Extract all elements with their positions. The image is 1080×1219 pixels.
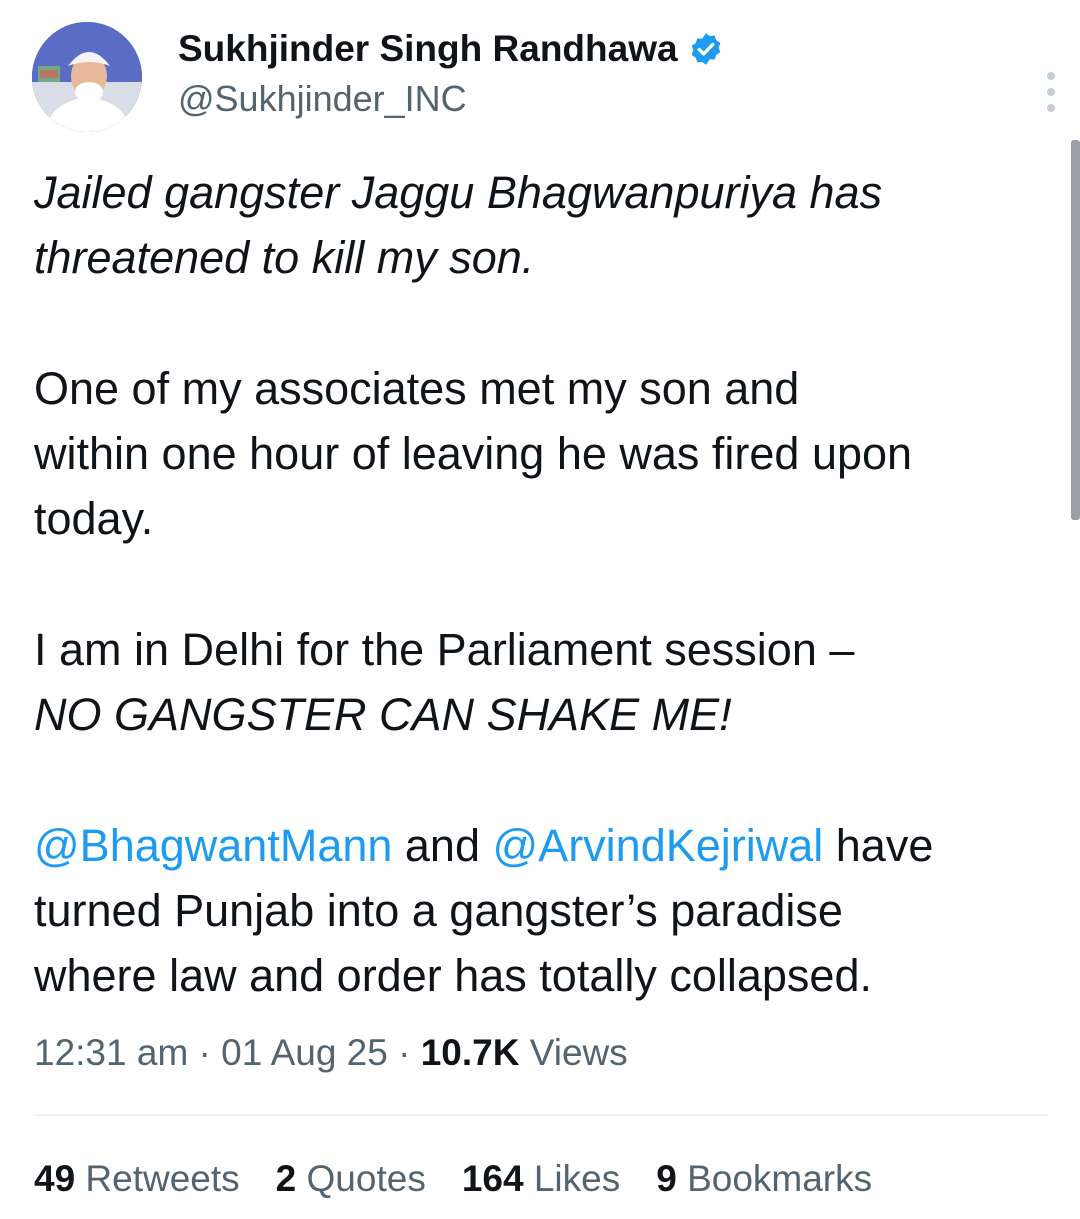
stat-count: 49 — [34, 1158, 76, 1199]
stat-label: Retweets — [75, 1158, 240, 1199]
tweet-line: turned Punjab into a gangster’s paradise — [34, 885, 843, 936]
avatar[interactable] — [32, 22, 142, 132]
tweet-line: within one hour of leaving he was fired … — [34, 428, 913, 479]
divider — [34, 1114, 1048, 1116]
separator: · — [188, 1032, 222, 1073]
tweet-header: Sukhjinder Singh Randhawa @Sukhjinder_IN… — [32, 22, 1055, 134]
stat-label: Bookmarks — [676, 1158, 873, 1199]
stat-label: Quotes — [296, 1158, 426, 1199]
stat-count: 9 — [656, 1158, 677, 1199]
profile-photo — [32, 22, 142, 132]
tweet-meta: 12:31 am · 01 Aug 25 · 10.7K Views — [34, 1032, 628, 1074]
engagement-stats: 49 Retweets 2 Quotes 164 Likes 9 Bookmar… — [34, 1158, 908, 1200]
bookmarks-stat[interactable]: 9 Bookmarks — [656, 1158, 872, 1200]
views-label: Views — [519, 1032, 628, 1073]
tweet-text: Jailed gangster Jaggu Bhagwanpuriya has … — [34, 160, 1054, 1008]
separator: · — [387, 1032, 421, 1073]
tweet-line: Jailed gangster Jaggu Bhagwanpuriya has — [34, 167, 883, 218]
stat-label: Likes — [523, 1158, 621, 1199]
author-handle[interactable]: @Sukhjinder_INC — [178, 78, 467, 120]
author-name[interactable]: Sukhjinder Singh Randhawa — [178, 28, 724, 70]
tweet-line: @BhagwantMann and @ArvindKejriwal have — [34, 813, 1054, 878]
tweet-line: One of my associates met my son and — [34, 363, 800, 414]
stat-count: 164 — [461, 1158, 524, 1199]
tweet-line: threatened to kill my son. — [34, 232, 535, 283]
tweet-line: where law and order has totally collapse… — [34, 950, 872, 1001]
tweet-line: I am in Delhi for the Parliament session… — [34, 624, 855, 675]
tweet-line: today. — [34, 493, 154, 544]
more-vertical-icon[interactable] — [1044, 72, 1058, 112]
likes-stat[interactable]: 164 Likes — [462, 1158, 620, 1200]
tweet-date[interactable]: 01 Aug 25 — [221, 1032, 388, 1073]
mention-link[interactable]: @ArvindKejriwal — [493, 820, 824, 871]
verified-badge-icon — [688, 31, 724, 67]
tweet-line: NO GANGSTER CAN SHAKE ME! — [34, 689, 732, 740]
stat-count: 2 — [275, 1158, 297, 1199]
mention-link[interactable]: @BhagwantMann — [34, 820, 392, 871]
scrollbar[interactable] — [1071, 140, 1080, 520]
quotes-stat[interactable]: 2 Quotes — [276, 1158, 426, 1200]
views-count: 10.7K — [420, 1032, 520, 1073]
tweet-text-fragment: have — [823, 820, 934, 871]
tweet-time[interactable]: 12:31 am — [34, 1032, 188, 1073]
author-name-text: Sukhjinder Singh Randhawa — [178, 28, 678, 69]
retweets-stat[interactable]: 49 Retweets — [34, 1158, 240, 1200]
tweet-text-fragment: and — [392, 820, 493, 871]
